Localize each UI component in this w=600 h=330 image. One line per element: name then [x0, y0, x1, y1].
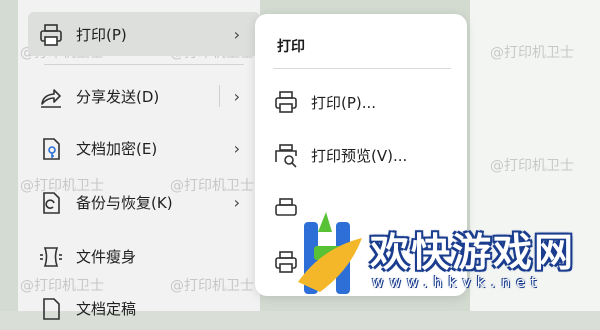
- menu-item-label: 分享发送(D): [76, 87, 160, 106]
- submenu-item-label: 打印预览(V)...: [311, 146, 408, 165]
- slim-file-icon: [40, 247, 62, 267]
- chevron-right-icon: ›: [233, 24, 240, 44]
- chevron-right-icon: ›: [233, 192, 240, 212]
- chevron-right-icon: ›: [233, 138, 240, 158]
- printer-icon: [275, 91, 297, 113]
- submenu-item-print[interactable]: 打印(P)...: [273, 82, 458, 122]
- menu-item-share[interactable]: 分享发送(D) ›: [28, 74, 260, 118]
- divider: [273, 68, 451, 69]
- divider: [219, 85, 220, 107]
- menu-item-print[interactable]: 打印(P) ›: [28, 12, 260, 56]
- chevron-right-icon[interactable]: ›: [234, 87, 240, 106]
- menu-item-finalize[interactable]: 文档定稿: [28, 286, 260, 330]
- menu-item-slim[interactable]: 文件瘦身: [28, 234, 260, 278]
- encrypt-doc-icon: [43, 138, 60, 160]
- submenu-item-print-preview[interactable]: 打印预览(V)...: [273, 135, 458, 175]
- finalize-doc-icon: [43, 298, 60, 320]
- logo-emblem-icon: [298, 212, 362, 294]
- printer-icon: [40, 24, 62, 46]
- watermark: @打印机卫士: [490, 45, 574, 61]
- share-icon: [41, 89, 61, 108]
- menu-item-label: 备份与恢复(K): [76, 193, 173, 212]
- menu-item-backup[interactable]: 备份与恢复(K) ›: [28, 180, 260, 224]
- print-preview-icon: [275, 144, 297, 168]
- watermark: @打印机卫士: [490, 158, 574, 174]
- logo-url: www.hkvk.net: [372, 275, 543, 291]
- left-background: [0, 0, 18, 311]
- menu-item-label: 文件瘦身: [76, 247, 137, 266]
- submenu-title: 打印: [277, 39, 305, 55]
- menu-item-label: 文档定稿: [76, 299, 137, 318]
- divider: [44, 64, 244, 65]
- submenu-item-label: 打印(P)...: [311, 93, 377, 112]
- menu-item-label: 打印(P): [76, 25, 127, 44]
- menu-item-label: 文档加密(E): [76, 139, 158, 158]
- logo-text: 欢快游戏网: [370, 231, 576, 276]
- menu-item-encrypt[interactable]: 文档加密(E) ›: [28, 126, 260, 170]
- backup-icon: [43, 192, 60, 214]
